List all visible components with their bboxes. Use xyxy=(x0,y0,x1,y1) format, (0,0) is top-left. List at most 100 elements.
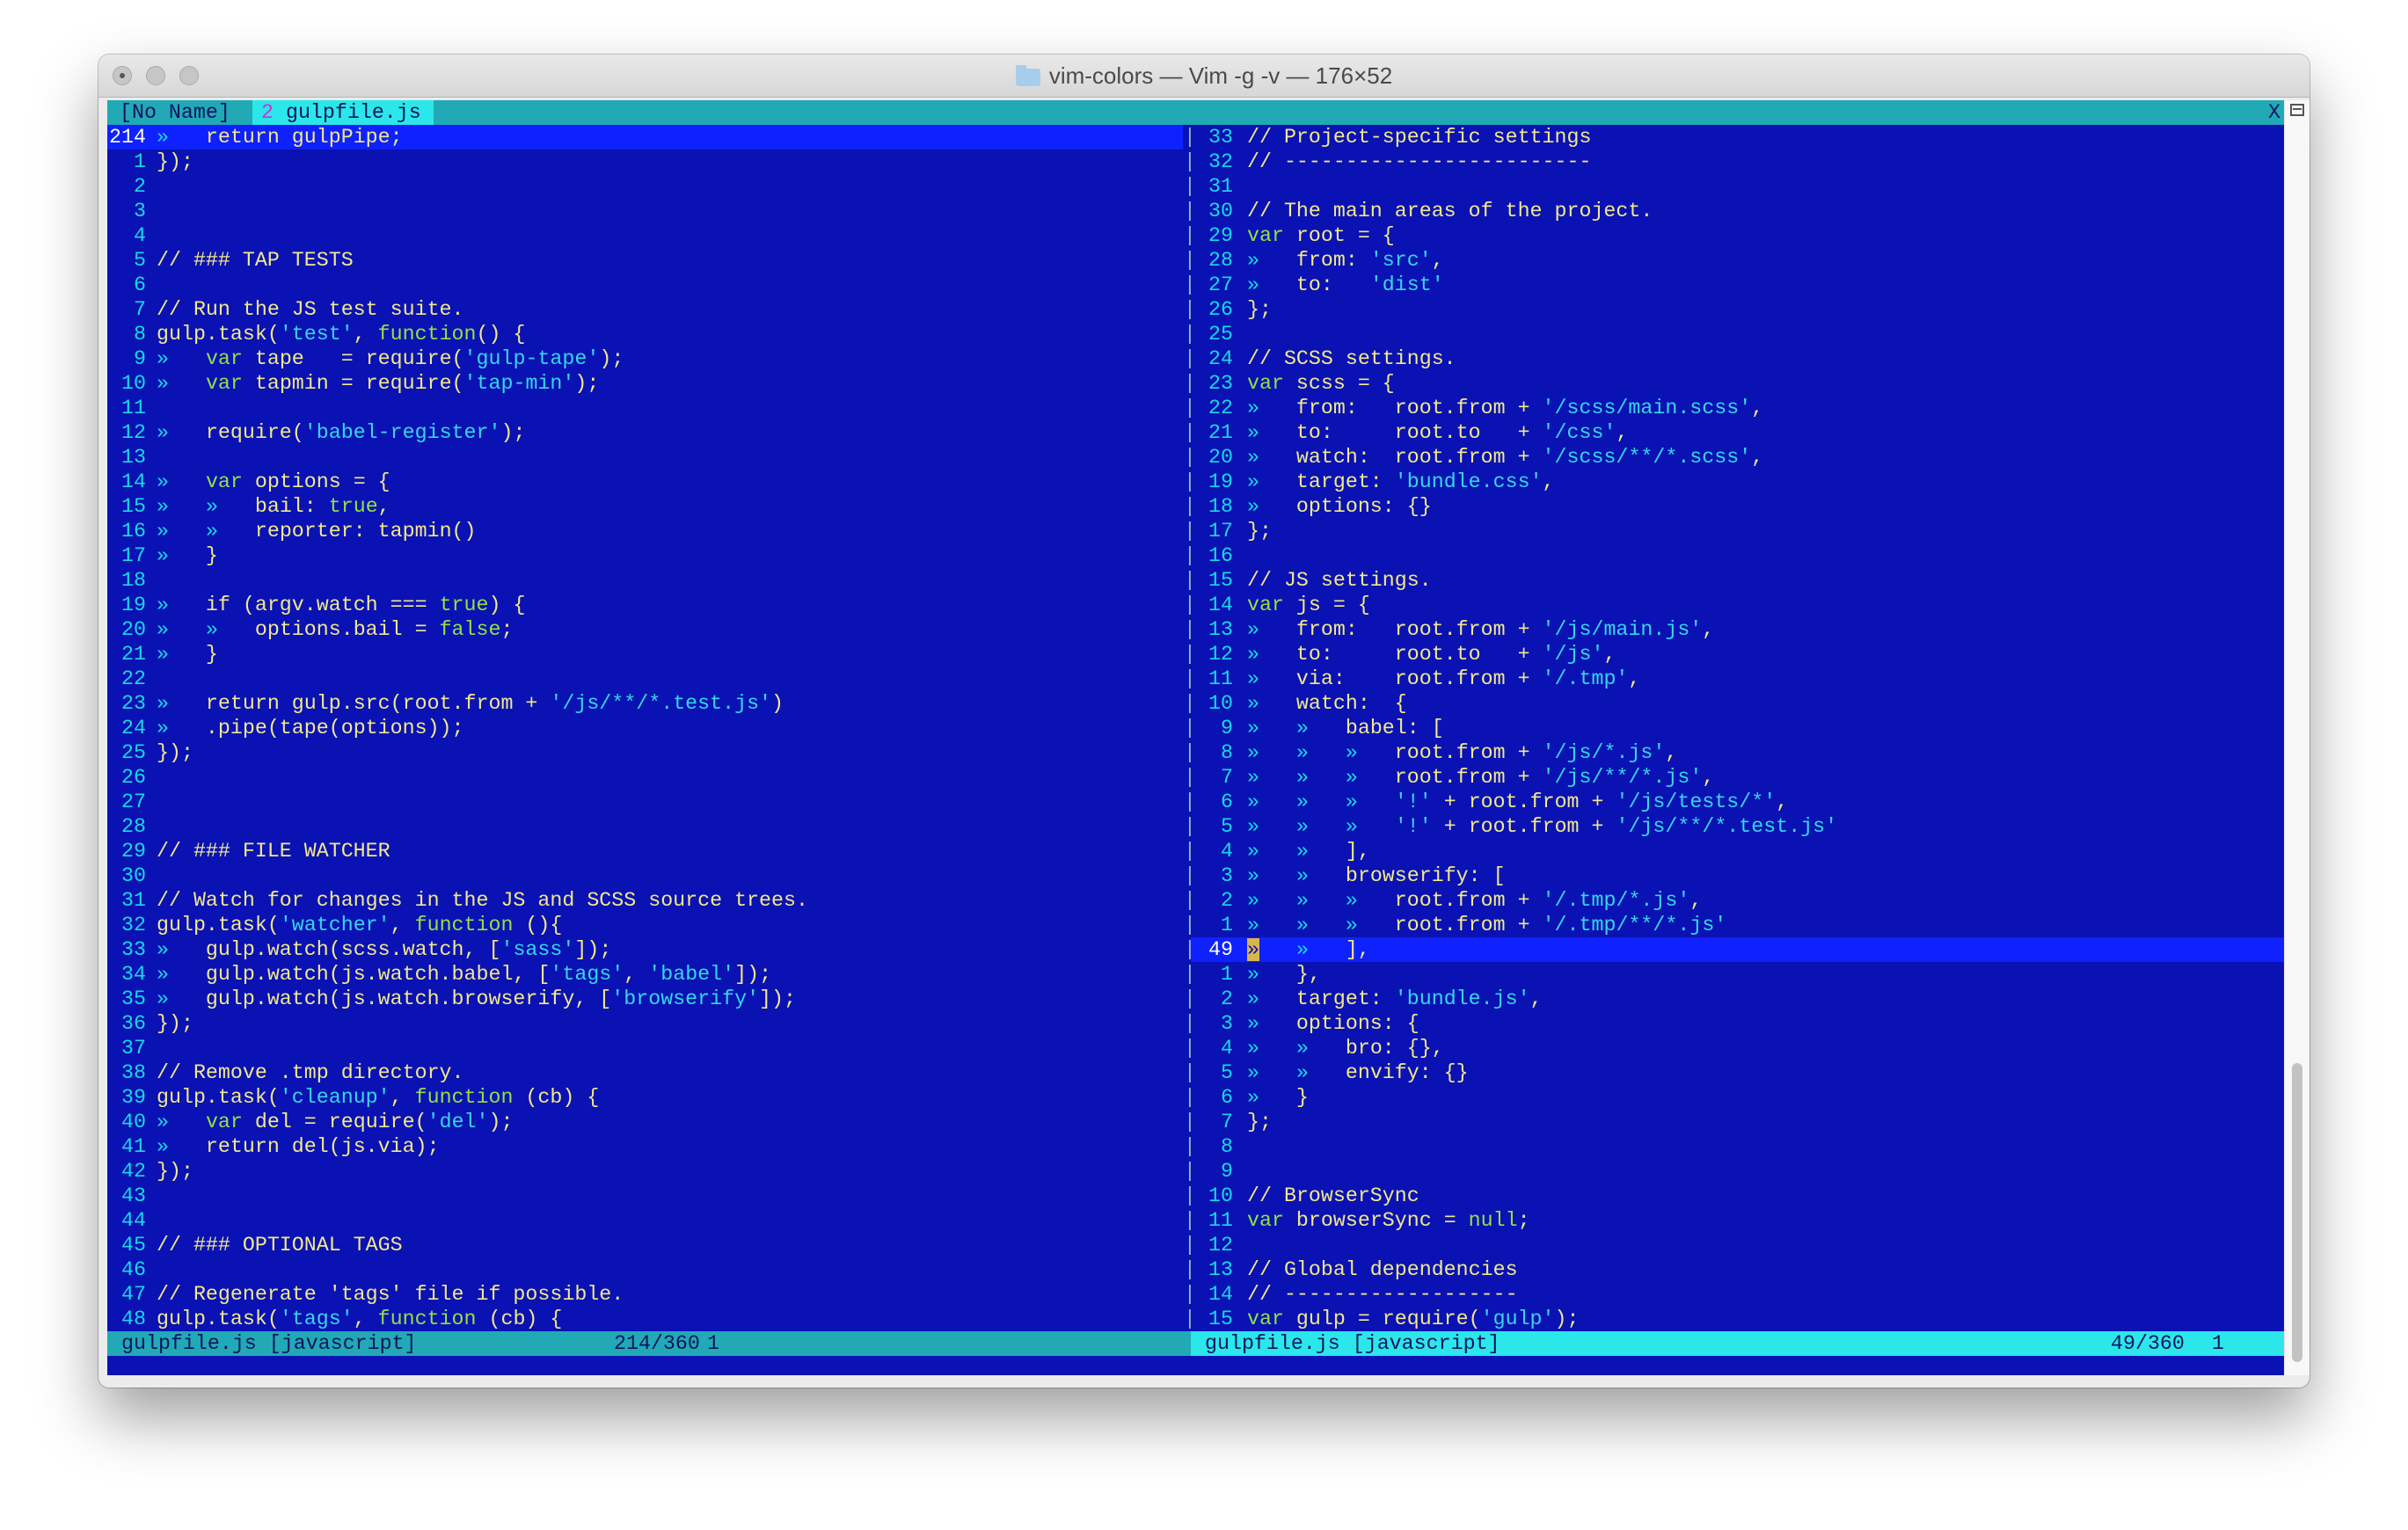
right-code-line[interactable]: 31 xyxy=(1191,174,2284,199)
left-code-line[interactable]: 26 xyxy=(107,765,1183,790)
right-code-line[interactable]: 7}; xyxy=(1191,1110,2284,1134)
right-code-line[interactable]: 17}; xyxy=(1191,519,2284,543)
left-code-line[interactable]: 18 xyxy=(107,568,1183,593)
left-code-line[interactable]: 20 » » options.bail = false; xyxy=(107,617,1183,642)
right-code-line[interactable]: 3 » options: { xyxy=(1191,1011,2284,1036)
right-code-line[interactable]: 11 » via: root.from + '/.tmp', xyxy=(1191,667,2284,691)
left-code-line[interactable]: 48 gulp.task('tags', function (cb) { xyxy=(107,1307,1183,1331)
right-code-line[interactable]: 1 » » » root.from + '/.tmp/**/*.js' xyxy=(1191,913,2284,937)
right-code-line[interactable]: 33 // Project-specific settings xyxy=(1191,125,2284,149)
right-code-line[interactable]: 16 xyxy=(1191,543,2284,568)
right-code-line[interactable]: 32 // ------------------------- xyxy=(1191,149,2284,174)
right-code-line[interactable]: 10 » watch: { xyxy=(1191,691,2284,716)
left-code-line[interactable]: 41 » return del(js.via); xyxy=(107,1134,1183,1159)
left-code-line[interactable]: 47 // Regenerate 'tags' file if possible. xyxy=(107,1282,1183,1307)
right-code-line[interactable]: 8 xyxy=(1191,1134,2284,1159)
left-editor-pane[interactable]: 214» return gulpPipe; 1}); 2 3 4 5// ### TAP … xyxy=(107,125,1183,1331)
left-code-line[interactable]: 22 xyxy=(107,667,1183,691)
right-code-line[interactable]: 1 » }, xyxy=(1191,962,2284,987)
left-code-line[interactable]: 38 // Remove .tmp directory. xyxy=(107,1060,1183,1085)
right-code-line[interactable]: 5 » » » '!' + root.from + '/js/**/*.test.… xyxy=(1191,814,2284,839)
left-code-line[interactable]: 12 » require('babel-register'); xyxy=(107,420,1183,445)
left-code-line[interactable]: 44 xyxy=(107,1208,1183,1233)
tab-no-name[interactable]: [No Name] xyxy=(107,100,239,125)
right-code-line[interactable]: 15 // JS settings. xyxy=(1191,568,2284,593)
left-code-line[interactable]: 6 xyxy=(107,273,1183,297)
left-code-line[interactable]: 31 // Watch for changes in the JS and SCS… xyxy=(107,888,1183,913)
right-code-line[interactable]: 4 » » bro: {}, xyxy=(1191,1036,2284,1060)
right-code-line[interactable]: 27 » to: 'dist' xyxy=(1191,273,2284,297)
command-line[interactable] xyxy=(107,1356,2284,1375)
right-code-line[interactable]: 24 // SCSS settings. xyxy=(1191,346,2284,371)
vim-editor[interactable]: [No Name] 2 gulpfile.js X 214» return gu… xyxy=(107,100,2284,1375)
left-code-line[interactable]: 3 xyxy=(107,199,1183,223)
right-code-line[interactable]: 3 » » browserify: [ xyxy=(1191,863,2284,888)
left-code-line[interactable]: 34 » gulp.watch(js.watch.babel, ['tags', … xyxy=(107,962,1183,987)
left-code-line[interactable]: 25}); xyxy=(107,740,1183,765)
right-code-line[interactable]: 25 xyxy=(1191,322,2284,346)
left-code-line[interactable]: 1}); xyxy=(107,149,1183,174)
left-code-line[interactable]: 30 xyxy=(107,863,1183,888)
left-code-line[interactable]: 29 // ### FILE WATCHER xyxy=(107,839,1183,863)
left-code-line[interactable]: 35 » gulp.watch(js.watch.browserify, ['br… xyxy=(107,987,1183,1011)
right-code-line[interactable]: 23 var scss = { xyxy=(1191,371,2284,396)
left-code-line[interactable]: 10 » var tapmin = require('tap-min'); xyxy=(107,371,1183,396)
left-code-line[interactable]: 42}); xyxy=(107,1159,1183,1184)
right-code-line[interactable]: 21 » to: root.to + '/css', xyxy=(1191,420,2284,445)
left-code-line[interactable]: 19 » if (argv.watch === true) { xyxy=(107,593,1183,617)
vertical-scrollbar[interactable] xyxy=(2284,100,2309,1375)
right-code-line[interactable]: 10 // BrowserSync xyxy=(1191,1184,2284,1208)
vertical-split-separator[interactable]: | | | | | | | | | | | | | | | | | | | | | | | | | | | | | | | | | | | | | | | |… xyxy=(1183,125,1196,1331)
left-code-line[interactable]: 46 xyxy=(107,1257,1183,1282)
left-code-line[interactable]: 37 xyxy=(107,1036,1183,1060)
right-code-line[interactable]: 15 var gulp = require('gulp'); xyxy=(1191,1307,2284,1331)
right-code-line[interactable]: 9 xyxy=(1191,1159,2284,1184)
left-code-line[interactable]: 24 » .pipe(tape(options)); xyxy=(107,716,1183,740)
left-code-line[interactable]: 32 gulp.task('watcher', function (){ xyxy=(107,913,1183,937)
right-code-line[interactable]: 9 » » babel: [ xyxy=(1191,716,2284,740)
left-code-line[interactable]: 28 xyxy=(107,814,1183,839)
right-code-line[interactable]: 18 » options: {} xyxy=(1191,494,2284,519)
left-code-line[interactable]: 9 » var tape = require('gulp-tape'); xyxy=(107,346,1183,371)
left-code-line[interactable]: 13 xyxy=(107,445,1183,470)
right-code-line[interactable]: 14 var js = { xyxy=(1191,593,2284,617)
right-code-line[interactable]: 26}; xyxy=(1191,297,2284,322)
left-code-line[interactable]: 14 » var options = { xyxy=(107,470,1183,494)
right-code-line[interactable]: 28 » from: 'src', xyxy=(1191,248,2284,273)
right-code-line[interactable]: 19 » target: 'bundle.css', xyxy=(1191,470,2284,494)
left-code-line[interactable]: 15 » » bail: true, xyxy=(107,494,1183,519)
left-code-line[interactable]: 7 // Run the JS test suite. xyxy=(107,297,1183,322)
left-code-line[interactable]: 27 xyxy=(107,790,1183,814)
tab-close-button[interactable]: X xyxy=(2265,100,2284,125)
right-code-line[interactable]: 12 » to: root.to + '/js', xyxy=(1191,642,2284,667)
left-code-line[interactable]: 214 » return gulpPipe; xyxy=(107,125,1183,149)
right-code-line[interactable]: 29 var root = { xyxy=(1191,223,2284,248)
scrollbar-menu-icon[interactable] xyxy=(2290,104,2304,116)
right-code-line[interactable]: 12 xyxy=(1191,1233,2284,1257)
left-code-line[interactable]: 43 xyxy=(107,1184,1183,1208)
right-code-line[interactable]: 6 » } xyxy=(1191,1085,2284,1110)
left-code-line[interactable]: 40 » var del = require('del'); xyxy=(107,1110,1183,1134)
left-code-line[interactable]: 39 gulp.task('cleanup', function (cb) { xyxy=(107,1085,1183,1110)
left-code-line[interactable]: 11 xyxy=(107,396,1183,420)
left-code-line[interactable]: 23 » return gulp.src(root.from + '/js/**/… xyxy=(107,691,1183,716)
left-code-line[interactable]: 8 gulp.task('test', function() { xyxy=(107,322,1183,346)
right-code-line[interactable]: 22 » from: root.from + '/scss/main.scss', xyxy=(1191,396,2284,420)
tab-gulpfile[interactable]: 2 gulpfile.js xyxy=(252,100,434,125)
scrollbar-thumb[interactable] xyxy=(2292,1063,2302,1362)
right-code-line[interactable]: 11 var browserSync = null; xyxy=(1191,1208,2284,1233)
left-code-line[interactable]: 45 // ### OPTIONAL TAGS xyxy=(107,1233,1183,1257)
right-code-line[interactable]: 13 // Global dependencies xyxy=(1191,1257,2284,1282)
left-code-line[interactable]: 4 xyxy=(107,223,1183,248)
left-code-line[interactable]: 2 xyxy=(107,174,1183,199)
left-code-line[interactable]: 36}); xyxy=(107,1011,1183,1036)
right-code-line[interactable]: 49 » » ], xyxy=(1191,937,2284,962)
right-code-line[interactable]: 2 » » » root.from + '/.tmp/*.js', xyxy=(1191,888,2284,913)
left-code-line[interactable]: 16 » » reporter: tapmin() xyxy=(107,519,1183,543)
right-code-line[interactable]: 7 » » » root.from + '/js/**/*.js', xyxy=(1191,765,2284,790)
right-editor-pane[interactable]: 33// Project-specific settings 32// -----… xyxy=(1191,125,2284,1331)
right-code-line[interactable]: 8 » » » root.from + '/js/*.js', xyxy=(1191,740,2284,765)
right-code-line[interactable]: 20 » watch: root.from + '/scss/**/*.scss'… xyxy=(1191,445,2284,470)
right-code-line[interactable]: 4 » » ], xyxy=(1191,839,2284,863)
right-code-line[interactable]: 14 // ------------------- xyxy=(1191,1282,2284,1307)
